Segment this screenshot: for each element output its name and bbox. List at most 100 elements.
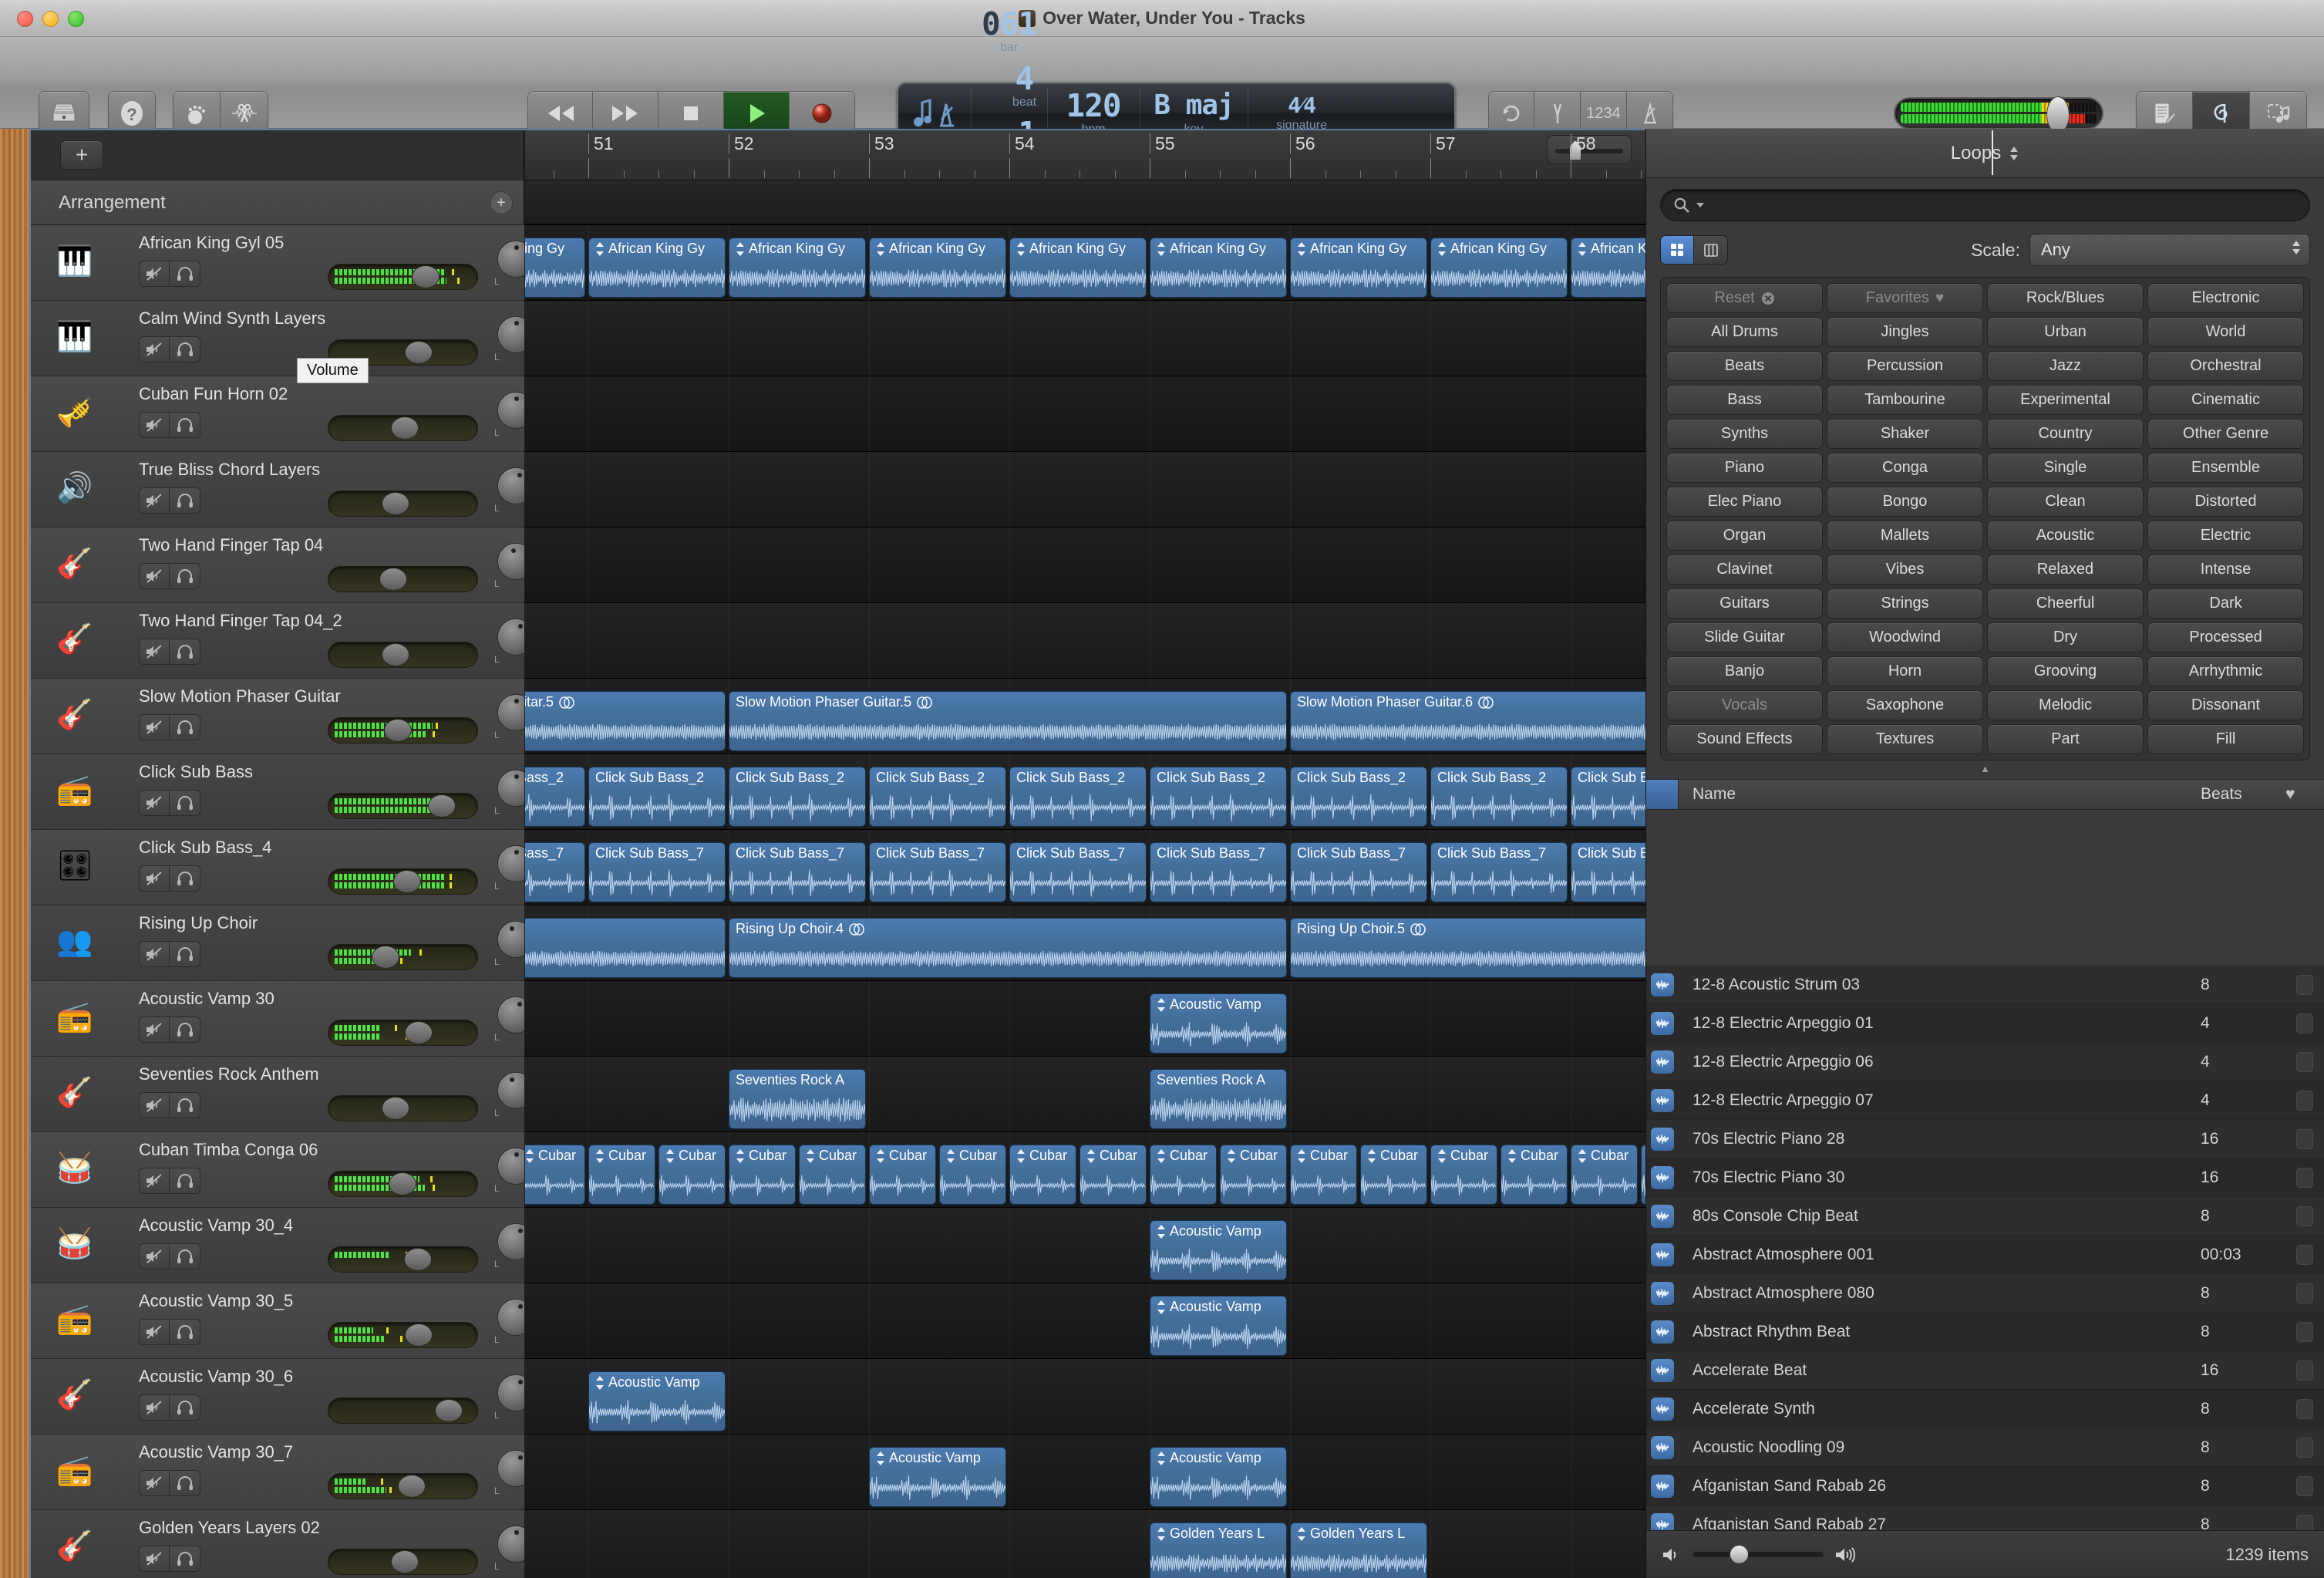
window-controls[interactable]: [17, 11, 84, 27]
loop-category-button[interactable]: Banjo: [1666, 656, 1823, 686]
minimize-button[interactable]: [42, 11, 59, 27]
loop-row[interactable]: 12-8 Electric Arpeggio 07 4: [1646, 1081, 2324, 1120]
favorite-checkbox[interactable]: [2296, 1283, 2313, 1303]
loop-category-button[interactable]: Part: [1987, 724, 2144, 754]
audio-region[interactable]: Click Sub Bass_7: [588, 842, 726, 902]
audio-region[interactable]: Cubar: [1571, 1145, 1638, 1205]
track-header[interactable]: 🎸 Seventies Rock Anthem: [31, 1057, 524, 1132]
track-button-group[interactable]: [139, 1319, 200, 1345]
loop-category-button[interactable]: Electric: [2147, 521, 2304, 551]
volume-slider-knob[interactable]: [405, 341, 433, 364]
solo-button[interactable]: [170, 1319, 200, 1345]
mute-button[interactable]: [139, 1243, 170, 1269]
loop-row[interactable]: Accelerate Beat 16: [1646, 1351, 2324, 1390]
arrangement-header[interactable]: Arrangement +: [31, 180, 524, 225]
volume-slider-knob[interactable]: [384, 719, 412, 742]
volume-slider-knob[interactable]: [404, 1248, 432, 1271]
region-lane[interactable]: Acoustic Vamp: [525, 1359, 1645, 1435]
track-header[interactable]: 🎸 Two Hand Finger Tap 04: [31, 528, 524, 603]
favorite-checkbox[interactable]: [2296, 1322, 2313, 1342]
track-button-group[interactable]: [139, 1546, 200, 1572]
track-header[interactable]: 🥁 Acoustic Vamp 30_4: [31, 1208, 524, 1283]
loop-row[interactable]: 12-8 Electric Arpeggio 06 4: [1646, 1043, 2324, 1081]
mute-button[interactable]: [139, 1319, 170, 1345]
region-lane[interactable]: Click Sub Bass_7 Click Sub Bass_7 Click …: [525, 830, 1645, 905]
loop-category-button[interactable]: Country: [1987, 419, 2144, 449]
mute-button[interactable]: [139, 639, 170, 665]
favorite-checkbox[interactable]: [2296, 1438, 2313, 1458]
loops-list-fav-header[interactable]: ♥: [2285, 785, 2324, 804]
favorite-checkbox[interactable]: [2296, 1476, 2313, 1496]
loop-category-button[interactable]: Electronic: [2147, 283, 2304, 313]
loop-category-button[interactable]: Ensemble: [2147, 453, 2304, 483]
loop-favorite-cell[interactable]: [2285, 1091, 2324, 1111]
solo-button[interactable]: [170, 412, 200, 438]
loop-category-button[interactable]: Reset: [1666, 283, 1823, 313]
audio-region[interactable]: Click Sub Bass_7: [869, 842, 1006, 902]
loop-row[interactable]: 70s Electric Piano 30 16: [1646, 1158, 2324, 1197]
audio-region[interactable]: Click Sub Bass_2: [1009, 767, 1147, 827]
track-pan-knob[interactable]: LR: [493, 1148, 524, 1192]
solo-button[interactable]: [170, 1394, 200, 1421]
speaker-low-icon[interactable]: [1662, 1546, 1682, 1564]
solo-button[interactable]: [170, 261, 200, 287]
track-button-group[interactable]: [139, 1394, 200, 1421]
volume-slider-knob[interactable]: [391, 1550, 419, 1573]
track-button-group[interactable]: [139, 790, 200, 816]
audio-region[interactable]: Acoustic Vamp: [1150, 993, 1287, 1054]
audio-region[interactable]: Cubar: [799, 1145, 866, 1205]
track-volume-slider[interactable]: [328, 944, 478, 970]
maximize-button[interactable]: [68, 11, 84, 27]
solo-button[interactable]: [170, 1092, 200, 1118]
region-lane[interactable]: Golden Years L Golden Years L: [525, 1510, 1645, 1578]
search-options-chevron-icon[interactable]: [1696, 202, 1704, 208]
audio-region[interactable]: Rising Up Choir.4: [729, 918, 1287, 978]
region-lanes[interactable]: African King Gy African King Gy African …: [525, 225, 1645, 1578]
track-pan-knob[interactable]: LR: [493, 694, 524, 739]
region-lane[interactable]: [525, 603, 1645, 679]
track-volume-slider[interactable]: [328, 642, 478, 668]
track-button-group[interactable]: [139, 1017, 200, 1043]
loop-category-button[interactable]: Percussion: [1827, 351, 1983, 381]
audio-region[interactable]: Cubar: [1009, 1145, 1076, 1205]
region-lane[interactable]: [525, 376, 1645, 452]
track-pan-knob[interactable]: LR: [493, 845, 524, 890]
audio-region[interactable]: Cubar: [588, 1145, 655, 1205]
audio-region[interactable]: Click Sub Bass_7: [525, 842, 585, 902]
loop-category-button[interactable]: Saxophone: [1827, 690, 1983, 720]
volume-slider-knob[interactable]: [382, 1097, 409, 1120]
mute-button[interactable]: [139, 865, 170, 892]
loop-category-button[interactable]: Other Genre: [2147, 419, 2304, 449]
solo-button[interactable]: [170, 487, 200, 514]
track-header[interactable]: 🎹 Calm Wind Synth Layers: [31, 301, 524, 376]
view-mode-group[interactable]: [1660, 235, 1728, 265]
mute-button[interactable]: [139, 1168, 170, 1194]
track-header[interactable]: 📻 Click Sub Bass: [31, 754, 524, 830]
loop-category-button[interactable]: Shaker: [1827, 419, 1983, 449]
solo-button[interactable]: [170, 790, 200, 816]
loops-panel-header[interactable]: Loops: [1646, 129, 2324, 178]
audio-region[interactable]: Acoustic Vamp: [1150, 1447, 1287, 1507]
audio-region[interactable]: Click Sub Bass_2: [869, 767, 1006, 827]
loop-favorite-cell[interactable]: [2285, 1476, 2324, 1496]
audio-region[interactable]: Cubar: [869, 1145, 936, 1205]
volume-slider-knob[interactable]: [389, 1172, 416, 1195]
speaker-high-icon[interactable]: [1834, 1546, 1858, 1564]
favorite-checkbox[interactable]: [2296, 1245, 2313, 1265]
loop-category-button[interactable]: Rock/Blues: [1987, 283, 2144, 313]
loop-category-button[interactable]: Melodic: [1987, 690, 2144, 720]
loop-category-button[interactable]: Single: [1987, 453, 2144, 483]
track-header[interactable]: 🎸 Two Hand Finger Tap 04_2: [31, 603, 524, 679]
loop-category-button[interactable]: Intense: [2147, 555, 2304, 585]
track-pan-knob[interactable]: LR: [493, 996, 524, 1041]
loop-favorite-cell[interactable]: [2285, 1283, 2324, 1303]
loop-category-button[interactable]: Organ: [1666, 521, 1823, 551]
loop-row[interactable]: Accelerate Synth 8: [1646, 1390, 2324, 1428]
track-volume-slider[interactable]: [328, 1095, 478, 1121]
audio-region[interactable]: Click Sub Bass_2: [1150, 767, 1287, 827]
audio-region[interactable]: Golden Years L: [1150, 1522, 1287, 1578]
loop-favorite-cell[interactable]: [2285, 1322, 2324, 1342]
region-lane[interactable]: [525, 528, 1645, 603]
audio-region[interactable]: Cubar: [939, 1145, 1006, 1205]
mute-button[interactable]: [139, 336, 170, 362]
